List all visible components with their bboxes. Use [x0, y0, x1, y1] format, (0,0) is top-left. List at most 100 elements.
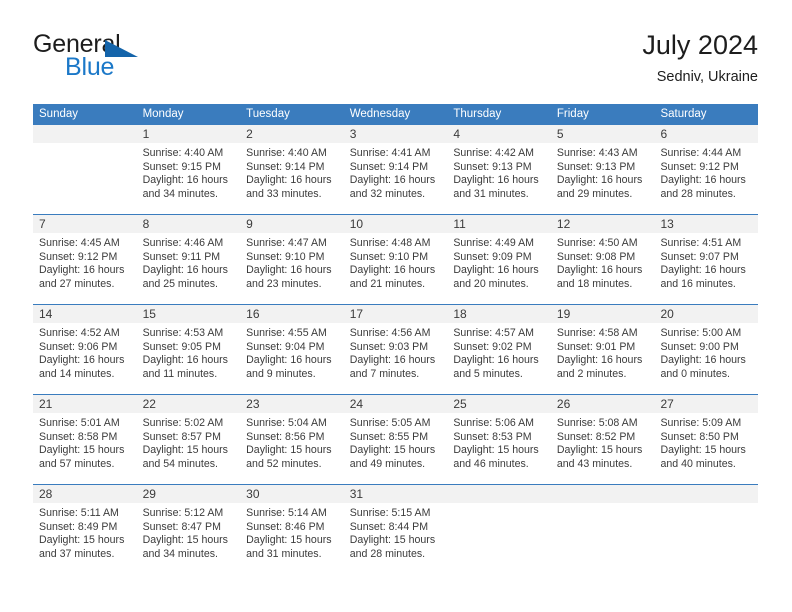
sunset-text: Sunset: 9:04 PM	[246, 340, 325, 353]
calendar-day-cell[interactable]: 21 Sunrise: 5:01 AM Sunset: 8:58 PM Dayligh…	[33, 395, 137, 484]
weekday-header-monday: Monday	[142, 108, 184, 120]
day-number: 9	[240, 215, 344, 233]
daylight-text-cont: and 52 minutes.	[246, 457, 322, 470]
daylight-text: Daylight: 15 hours	[453, 444, 539, 457]
daylight-text: Daylight: 15 hours	[246, 444, 332, 457]
sunset-text: Sunset: 8:44 PM	[349, 520, 429, 533]
day-details: Sunrise: 4:53 AM Sunset: 9:05 PM Daylight:…	[143, 323, 238, 381]
day-details: Sunrise: 5:08 AM Sunset: 8:52 PM Daylight:…	[557, 413, 652, 471]
sunset-text: Sunset: 9:12 PM	[39, 250, 118, 263]
calendar-day-cell[interactable]: 7 Sunrise: 4:45 AM Sunset: 9:12 PM Daylight…	[33, 215, 137, 304]
daylight-text-cont: and 21 minutes.	[349, 277, 426, 290]
page-header: General Blue July 2024 Sedniv, Ukraine	[33, 30, 758, 92]
day-details: Sunrise: 5:01 AM Sunset: 8:58 PM Daylight:…	[39, 413, 134, 471]
calendar-day-cell[interactable]: 14 Sunrise: 4:52 AM Sunset: 9:06 PM Dayligh…	[33, 305, 137, 394]
day-number: 2	[240, 125, 344, 143]
calendar-day-cell[interactable]: 4 Sunrise: 4:42 AM Sunset: 9:13 PM Daylight…	[447, 125, 551, 214]
general-blue-logo[interactable]: General Blue	[33, 30, 293, 86]
calendar-day-cell[interactable]: 8 Sunrise: 4:46 AM Sunset: 9:11 PM Daylight…	[136, 215, 241, 304]
calendar-day-cell[interactable]: 30 Sunrise: 5:14 AM Sunset: 8:46 PM Dayligh…	[240, 485, 344, 574]
sunset-text: Sunset: 8:49 PM	[39, 520, 118, 533]
daylight-text: Daylight: 16 hours	[660, 354, 746, 367]
sunset-text: Sunset: 9:14 PM	[349, 160, 429, 173]
daylight-text-cont: and 14 minutes.	[39, 367, 115, 380]
weekday-header-saturday: Saturday	[660, 108, 707, 120]
calendar-day-cell[interactable]: 15 Sunrise: 4:53 AM Sunset: 9:05 PM Dayligh…	[136, 305, 241, 394]
day-details: Sunrise: 4:48 AM Sunset: 9:10 PM Daylight:…	[350, 233, 445, 291]
calendar-day-cell[interactable]: 23 Sunrise: 5:04 AM Sunset: 8:56 PM Dayligh…	[240, 395, 344, 484]
day-details: Sunrise: 4:55 AM Sunset: 9:04 PM Daylight:…	[246, 323, 341, 381]
calendar-day-cell[interactable]: 24 Sunrise: 5:05 AM Sunset: 8:55 PM Dayligh…	[343, 395, 448, 484]
daylight-text-cont: and 43 minutes.	[556, 457, 633, 470]
calendar-day-cell[interactable]: 12 Sunrise: 4:50 AM Sunset: 9:08 PM Dayligh…	[550, 215, 655, 304]
sunrise-text: Sunrise: 4:40 AM	[142, 147, 224, 159]
weekday-header-friday: Friday	[556, 108, 589, 120]
calendar-day-cell[interactable]: 22 Sunrise: 5:02 AM Sunset: 8:57 PM Dayligh…	[136, 395, 241, 484]
calendar-day-cell[interactable]: 16 Sunrise: 4:55 AM Sunset: 9:04 PM Dayligh…	[240, 305, 344, 394]
daylight-text-cont: and 34 minutes.	[142, 187, 218, 200]
day-details: Sunrise: 4:58 AM Sunset: 9:01 PM Daylight:…	[557, 323, 652, 381]
day-details: Sunrise: 5:09 AM Sunset: 8:50 PM Daylight:…	[660, 413, 755, 471]
calendar-day-cell[interactable]: 6 Sunrise: 4:44 AM Sunset: 9:12 PM Daylight…	[654, 125, 759, 214]
daylight-text: Daylight: 15 hours	[39, 534, 125, 547]
calendar-day-cell[interactable]: 11 Sunrise: 4:49 AM Sunset: 9:09 PM Dayligh…	[447, 215, 551, 304]
daylight-text: Daylight: 16 hours	[453, 174, 539, 187]
sunset-text: Sunset: 9:13 PM	[453, 160, 532, 173]
day-number: 12	[550, 215, 655, 233]
calendar-day-cell[interactable]: 1 Sunrise: 4:40 AM Sunset: 9:15 PM Daylight…	[136, 125, 241, 214]
sunset-text: Sunset: 9:14 PM	[246, 160, 325, 173]
calendar-day-cell[interactable]: 27 Sunrise: 5:09 AM Sunset: 8:50 PM Dayligh…	[654, 395, 759, 484]
calendar-day-cell[interactable]: 2 Sunrise: 4:40 AM Sunset: 9:14 PM Daylight…	[240, 125, 344, 214]
day-number: 11	[447, 215, 551, 233]
daylight-text: Daylight: 16 hours	[246, 174, 332, 187]
calendar-day-cell[interactable]: 25 Sunrise: 5:06 AM Sunset: 8:53 PM Dayligh…	[447, 395, 551, 484]
daylight-text: Daylight: 16 hours	[556, 354, 643, 367]
day-details: Sunrise: 5:14 AM Sunset: 8:46 PM Daylight:…	[246, 503, 341, 561]
daylight-text: Daylight: 16 hours	[349, 174, 436, 187]
calendar-day-cell[interactable]: 20 Sunrise: 5:00 AM Sunset: 9:00 PM Dayligh…	[654, 305, 759, 394]
calendar-day-cell[interactable]: 17 Sunrise: 4:56 AM Sunset: 9:03 PM Dayligh…	[343, 305, 448, 394]
calendar-day-cell[interactable]: 31 Sunrise: 5:15 AM Sunset: 8:44 PM Dayligh…	[343, 485, 448, 574]
sunrise-text: Sunrise: 5:00 AM	[660, 327, 742, 339]
calendar-day-cell[interactable]: 5 Sunrise: 4:43 AM Sunset: 9:13 PM Daylight…	[550, 125, 655, 214]
calendar-day-cell-empty	[33, 125, 137, 214]
day-details: Sunrise: 4:46 AM Sunset: 9:11 PM Daylight:…	[143, 233, 238, 291]
calendar-day-cell[interactable]: 18 Sunrise: 4:57 AM Sunset: 9:02 PM Dayligh…	[447, 305, 551, 394]
day-number: 26	[550, 395, 655, 413]
daylight-text-cont: and 34 minutes.	[142, 547, 218, 560]
daylight-text: Daylight: 16 hours	[556, 174, 643, 187]
daylight-text-cont: and 54 minutes.	[142, 457, 218, 470]
sunset-text: Sunset: 8:56 PM	[246, 430, 325, 443]
sunrise-text: Sunrise: 4:40 AM	[246, 147, 327, 159]
sunrise-text: Sunrise: 5:15 AM	[349, 507, 431, 519]
sunrise-text: Sunrise: 4:48 AM	[349, 237, 431, 249]
daylight-text: Daylight: 16 hours	[39, 354, 125, 367]
daylight-text: Daylight: 16 hours	[39, 264, 125, 277]
sunset-text: Sunset: 8:58 PM	[39, 430, 118, 443]
calendar-day-cell[interactable]: 29 Sunrise: 5:12 AM Sunset: 8:47 PM Dayligh…	[136, 485, 241, 574]
calendar-day-cell[interactable]: 26 Sunrise: 5:08 AM Sunset: 8:52 PM Dayligh…	[550, 395, 655, 484]
daylight-text-cont: and 40 minutes.	[660, 457, 736, 470]
day-number: 15	[136, 305, 241, 323]
day-number	[33, 125, 137, 143]
sunset-text: Sunset: 9:06 PM	[39, 340, 118, 353]
calendar-day-cell[interactable]: 19 Sunrise: 4:58 AM Sunset: 9:01 PM Dayligh…	[550, 305, 655, 394]
calendar-day-cell[interactable]: 10 Sunrise: 4:48 AM Sunset: 9:10 PM Dayligh…	[343, 215, 448, 304]
calendar-week-row: 14 Sunrise: 4:52 AM Sunset: 9:06 PM Dayligh…	[33, 304, 759, 394]
daylight-text-cont: and 23 minutes.	[246, 277, 322, 290]
calendar-day-cell[interactable]: 9 Sunrise: 4:47 AM Sunset: 9:10 PM Daylight…	[240, 215, 344, 304]
sunrise-text: Sunrise: 5:04 AM	[246, 417, 327, 429]
calendar-day-cell[interactable]: 3 Sunrise: 4:41 AM Sunset: 9:14 PM Daylight…	[343, 125, 448, 214]
calendar-day-cell[interactable]: 28 Sunrise: 5:11 AM Sunset: 8:49 PM Dayligh…	[33, 485, 137, 574]
day-details: Sunrise: 5:11 AM Sunset: 8:49 PM Daylight:…	[39, 503, 134, 561]
title-block: July 2024 Sedniv, Ukraine	[642, 28, 758, 88]
daylight-text: Daylight: 16 hours	[453, 354, 539, 367]
daylight-text: Daylight: 15 hours	[246, 534, 332, 547]
day-details: Sunrise: 4:56 AM Sunset: 9:03 PM Daylight:…	[350, 323, 445, 381]
sunset-text: Sunset: 9:15 PM	[142, 160, 221, 173]
calendar-day-cell[interactable]: 13 Sunrise: 4:51 AM Sunset: 9:07 PM Dayligh…	[654, 215, 759, 304]
sunset-text: Sunset: 9:09 PM	[453, 250, 532, 263]
sunrise-text: Sunrise: 4:49 AM	[453, 237, 534, 249]
daylight-text-cont: and 7 minutes.	[349, 367, 420, 380]
sunrise-text: Sunrise: 5:09 AM	[660, 417, 742, 429]
